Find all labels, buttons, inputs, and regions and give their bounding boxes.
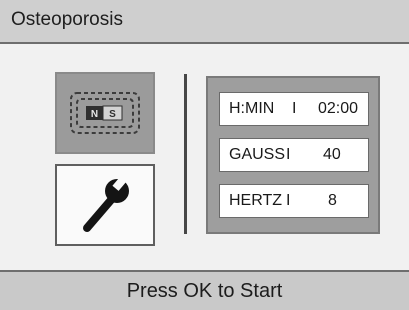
time-value: 02:00 (318, 100, 359, 117)
start-prompt: Press OK to Start (126, 279, 283, 302)
magnet-button[interactable]: N S (55, 72, 155, 154)
time-field[interactable]: H:MIN I 02:00 (219, 92, 369, 126)
hertz-separator: I (286, 192, 291, 209)
gauss-value: 40 (323, 146, 341, 163)
hertz-field[interactable]: HERTZ I 8 (219, 184, 369, 218)
status-bar: Press OK to Start (0, 270, 409, 310)
page-title: Osteoporosis (11, 9, 123, 30)
gauss-field[interactable]: GAUSS I 40 (219, 138, 369, 172)
hertz-value: 8 (328, 192, 337, 209)
time-label: H:MIN (229, 100, 275, 117)
magnet-icon: N S (70, 92, 140, 134)
title-bar: Osteoporosis (0, 0, 409, 44)
settings-button[interactable] (55, 164, 155, 246)
vertical-divider (184, 74, 187, 234)
magnet-north-label: N (91, 109, 98, 120)
gauss-separator: I (286, 146, 291, 163)
magnet-south-label: S (109, 109, 116, 120)
time-separator: I (292, 100, 297, 117)
hertz-label: HERTZ (229, 192, 283, 209)
device-screen: Osteoporosis N S H:MIN I 02:00 GAUSS I 4… (0, 0, 409, 310)
gauss-label: GAUSS (229, 146, 286, 163)
parameters-panel: H:MIN I 02:00 GAUSS I 40 HERTZ I 8 (206, 76, 380, 234)
wrench-icon (83, 175, 129, 232)
